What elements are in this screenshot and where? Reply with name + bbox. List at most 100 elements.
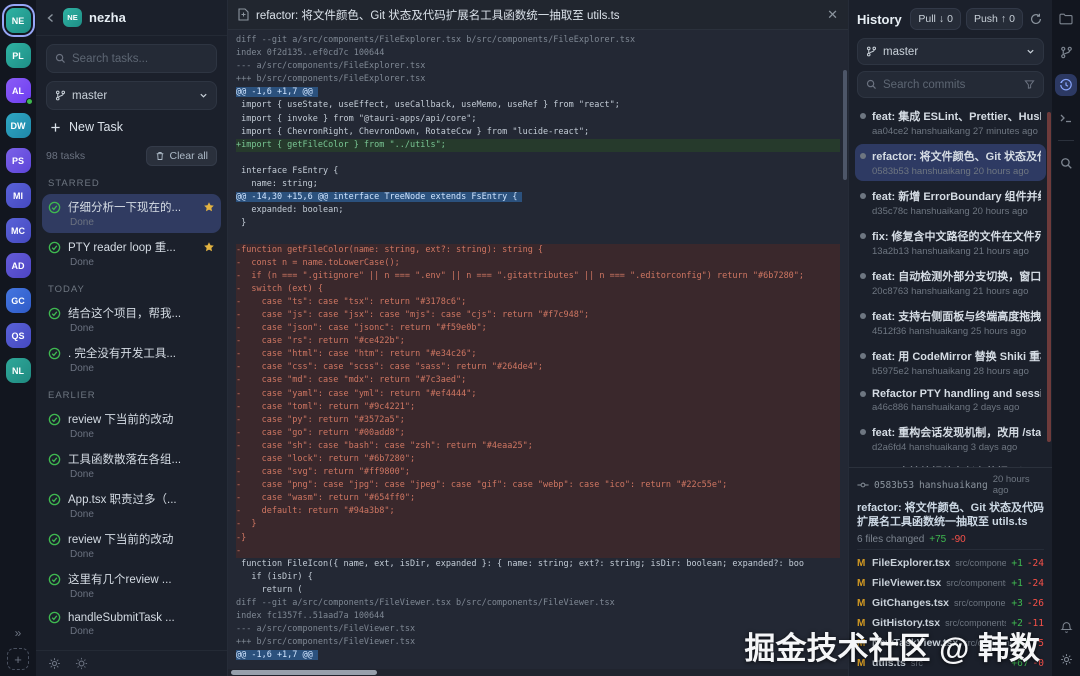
file-path: src: [910, 658, 923, 668]
close-icon[interactable]: ✕: [827, 7, 838, 23]
check-circle-icon: [48, 493, 61, 505]
commit-item[interactable]: feat: 支持编辑待办任务的提示词，智...: [855, 460, 1046, 467]
notifications-bell-icon[interactable]: [1055, 616, 1077, 638]
file-deletions: -26: [1026, 597, 1044, 609]
commit-title: feat: 重构会话发现机制，改用 /statu...: [872, 427, 1041, 439]
task-item[interactable]: . 完全没有开发工具... Done: [42, 340, 221, 379]
new-task-button[interactable]: New Task: [36, 110, 227, 138]
commit-list: feat: 集成 ESLint、Prettier、Husky ... aa04c…: [849, 104, 1052, 467]
diff-vertical-scrollbar[interactable]: [843, 70, 847, 180]
changed-file-row[interactable]: M GitHistory.tsx src/components +2 -11: [857, 613, 1044, 633]
file-deletions: -5: [1032, 637, 1044, 649]
clear-all-button[interactable]: Clear all: [146, 146, 217, 166]
branch-selector[interactable]: master: [46, 81, 217, 110]
diff-line-ctx: import { ChevronRight, ChevronDown, Rota…: [236, 126, 590, 137]
settings-gear-icon[interactable]: [48, 657, 61, 670]
workspace-avatar-ad[interactable]: AD: [5, 253, 31, 278]
section-label: STARRED: [48, 178, 100, 189]
commit-item[interactable]: refactor: 将文件颜色、Git 状态及代... 0583b53 hans…: [855, 144, 1046, 181]
arrow-up-icon: ↑: [1000, 13, 1007, 25]
diff-line-del: -}: [236, 531, 840, 545]
workspace-avatar-ps[interactable]: PS: [5, 148, 31, 173]
task-item[interactable]: handleSubmitTask ... Done: [42, 606, 221, 642]
task-item[interactable]: review 下当前的改动 Done: [42, 526, 221, 565]
task-item[interactable]: App.tsx 职责过多（... Done: [42, 486, 221, 525]
section-label: TODAY: [48, 284, 85, 295]
commit-meta: d2a6fd4 hanshuaikang 3 days ago: [872, 442, 1018, 453]
changed-file-row[interactable]: M FileViewer.tsx src/components +1 -24: [857, 573, 1044, 593]
diff-line-ctx: interface FsEntry {: [236, 165, 339, 176]
task-status: Done: [70, 429, 94, 440]
diff-title: refactor: 将文件颜色、Git 状态及代码扩展名工具函数统一抽取至 ut…: [256, 9, 620, 22]
check-circle-icon: [48, 453, 61, 465]
commit-meta: aa04ce2 hanshuaikang 27 minutes ago: [872, 126, 1038, 137]
search-commits-input[interactable]: [857, 71, 1044, 98]
commit-item[interactable]: fix: 修复含中文路径的文件在文件列表... 13a2b13 hanshuai…: [855, 224, 1046, 261]
back-icon[interactable]: [46, 13, 56, 23]
diff-line-del: - if (n === ".gitignore" || n === ".env"…: [236, 269, 840, 283]
task-status: Done: [70, 626, 94, 637]
commit-meta: 4512f36 hanshuaikang 25 hours ago: [872, 326, 1027, 337]
file-diff-icon: [238, 8, 249, 21]
workspace-avatar-dw[interactable]: DW: [5, 113, 31, 138]
workspace-avatar-mc[interactable]: MC: [5, 218, 31, 243]
task-item[interactable]: 结合这个项目，帮我... Done: [42, 300, 221, 339]
workspace-avatar-nl[interactable]: NL: [5, 358, 31, 383]
workspace-avatar-al[interactable]: AL: [5, 78, 33, 105]
task-status: Done: [70, 469, 94, 480]
diff-line-hunk: @@ -14,30 +15,6 @@ interface TreeNode ex…: [236, 191, 848, 204]
expand-rail-icon[interactable]: »: [15, 626, 22, 640]
task-item[interactable]: 仔细分析一下现在的... Done: [42, 194, 221, 233]
settings-gear-icon[interactable]: [1055, 648, 1077, 670]
git-tab-branch-icon[interactable]: [1055, 41, 1077, 63]
workspace-avatar-gc[interactable]: GC: [5, 288, 31, 313]
file-additions: +2: [1011, 617, 1023, 629]
check-circle-icon: [48, 201, 61, 213]
commit-item[interactable]: feat: 重构会话发现机制，改用 /statu... d2a6fd4 hans…: [855, 420, 1046, 457]
changed-file-row[interactable]: M GitChanges.tsx src/components +3-26: [857, 593, 1044, 613]
search-tab-icon[interactable]: [1055, 152, 1077, 174]
file-name: GitHistory.tsx: [872, 617, 941, 629]
commit-item[interactable]: feat: 新增 ErrorBoundary 组件并统... d35c78c h…: [855, 184, 1046, 221]
changed-file-row[interactable]: M NewTaskView.tsx src/components +1-5: [857, 633, 1044, 653]
commit-title: feat: 自动检测外部分支切换，窗口获...: [872, 271, 1041, 283]
add-workspace-button[interactable]: +: [7, 648, 29, 670]
workspace-avatar-mi[interactable]: MI: [5, 183, 31, 208]
history-branch-selector[interactable]: master: [857, 38, 1044, 65]
commit-item[interactable]: feat: 集成 ESLint、Prettier、Husky ... aa04c…: [855, 104, 1046, 141]
commit-meta: 20c8763 hanshuaikang 21 hours ago: [872, 286, 1029, 297]
theme-sun-icon[interactable]: [75, 657, 88, 670]
task-item[interactable]: 工具函数散落在各组... Done: [42, 446, 221, 485]
diff-horizontal-scrollbar[interactable]: [231, 670, 377, 675]
changed-file-row[interactable]: M FileExplorer.tsx src/components +1-24: [857, 553, 1044, 573]
commit-item[interactable]: feat: 自动检测外部分支切换，窗口获... 20c8763 hanshuai…: [855, 264, 1046, 301]
commit-dot-icon: [860, 193, 866, 199]
pull-button[interactable]: Pull ↓ 0: [910, 8, 961, 30]
files-tab-folder-icon[interactable]: [1055, 8, 1077, 30]
changed-file-row[interactable]: M utils.ts src +67 -0: [857, 653, 1044, 673]
workspace-avatar-ne[interactable]: NE: [5, 8, 31, 33]
diff-line-del: - case "json": case "jsonc": return "#f5…: [236, 322, 840, 336]
search-tasks-input[interactable]: [46, 44, 217, 73]
file-status-badge: M: [857, 557, 866, 569]
diff-line-ctx: return (: [236, 584, 303, 595]
workspace-avatar-pl[interactable]: PL: [5, 43, 31, 68]
refresh-icon[interactable]: [1028, 11, 1044, 27]
history-tab-clock-icon[interactable]: [1055, 74, 1077, 96]
terminal-tab-icon[interactable]: [1055, 107, 1077, 129]
task-status: Done: [70, 549, 94, 560]
commit-list-scrollbar[interactable]: [1047, 112, 1051, 442]
diff-line-ctx: name: string;: [236, 179, 318, 190]
commit-item[interactable]: feat: 支持右侧面板与终端高度拖拽调... 4512f36 hanshuai…: [855, 304, 1046, 341]
commit-item[interactable]: Refactor PTY handling and session... a46…: [855, 384, 1046, 417]
commit-time: 20 hours ago: [992, 474, 1030, 496]
task-item[interactable]: 这里有几个review ... Done: [42, 566, 221, 605]
filter-funnel-icon[interactable]: [1024, 79, 1035, 90]
workspace-avatar-qs[interactable]: QS: [5, 323, 31, 348]
push-button[interactable]: Push ↑ 0: [965, 8, 1023, 30]
commit-item[interactable]: feat: 用 CodeMirror 替换 Shiki 重构... b5975e…: [855, 344, 1046, 381]
diff-line-hunk: @@ -1,6 +1,7 @@: [236, 86, 848, 99]
task-item[interactable]: PTY reader loop 重... Done: [42, 234, 221, 273]
task-item[interactable]: review 下当前的改动 Done: [42, 406, 221, 445]
commit-dot-icon: [860, 113, 866, 119]
